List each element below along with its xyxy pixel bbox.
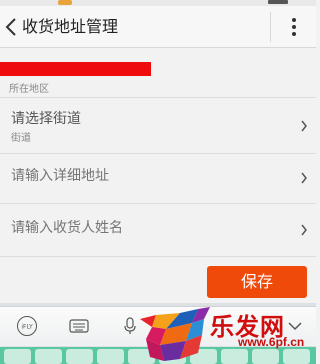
ifly-brand-label: iFLY [21,324,33,331]
keyboard-switch-button[interactable] [68,315,90,337]
top-app-bar: 收货地址管理 [0,6,316,48]
keyboard-key[interactable] [97,349,124,364]
chevron-right-icon [301,224,307,236]
watermark-logo: 乐发网 www.6pf.cn [136,305,316,364]
notification-icon [58,0,72,5]
region-label: 所在地区 [9,84,49,95]
street-select-row[interactable]: 请选择街道 街道 [0,98,316,153]
keyboard-key[interactable] [35,349,62,364]
keyboard-key[interactable] [66,349,93,364]
detail-address-input[interactable] [11,168,271,184]
save-button[interactable]: 保存 [207,266,307,298]
keyboard-key[interactable] [4,349,31,364]
recipient-name-input[interactable] [11,220,271,236]
overflow-menu-icon [292,18,296,36]
back-button[interactable] [0,6,22,48]
battery-icon [268,0,288,4]
page-title: 收货地址管理 [22,17,119,36]
microphone-icon [124,317,136,334]
chevron-right-icon [301,172,307,184]
watermark-url: www.6pf.cn [238,335,305,349]
bull-logo-icon [140,307,210,361]
address-management-screen: 收货地址管理 所在地区 请选择街道 街道 保存 [0,0,316,364]
divider [270,12,271,42]
chevron-right-icon [301,120,307,132]
recipient-name-row[interactable] [0,204,316,256]
redacted-recipient-name [0,62,151,76]
ifly-logo-button[interactable]: iFLY [16,315,38,337]
overflow-menu-button[interactable] [280,6,308,48]
street-select-label: 请选择街道 [11,111,81,127]
detail-address-row[interactable] [0,154,316,203]
chevron-left-icon [5,18,16,36]
ifly-logo-icon: iFLY [17,316,37,336]
divider [0,256,316,257]
keyboard-icon [69,319,89,333]
street-sub-label: 街道 [11,133,31,144]
